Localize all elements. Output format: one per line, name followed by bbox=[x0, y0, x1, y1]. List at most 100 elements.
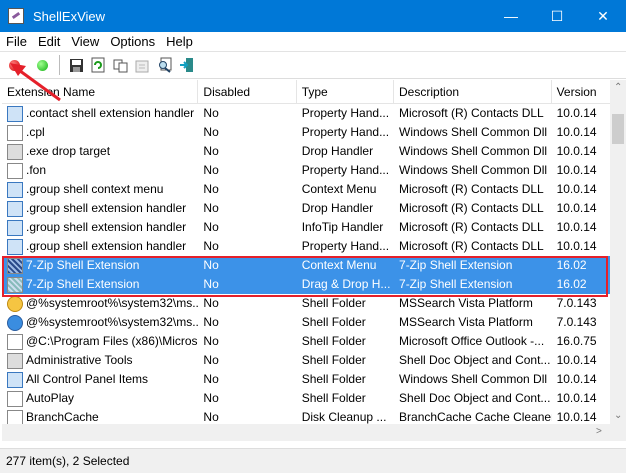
extension-icon bbox=[7, 409, 23, 424]
description-cell: Microsoft (R) Contacts DLL bbox=[399, 220, 544, 234]
annotation-arrow bbox=[10, 63, 61, 102]
version-cell: 10.0.14 bbox=[556, 220, 597, 234]
extension-name: .group shell extension handler bbox=[26, 239, 187, 253]
extension-name: AutoPlay bbox=[26, 391, 75, 405]
table-row[interactable]: .group shell context menu No Context Menu M… bbox=[2, 180, 610, 199]
extension-icon bbox=[7, 352, 23, 369]
disabled-cell: No bbox=[203, 163, 219, 177]
type-cell: Disk Cleanup ... bbox=[301, 410, 387, 424]
extension-icon bbox=[7, 219, 23, 236]
description-cell: Microsoft (R) Contacts DLL bbox=[399, 182, 544, 196]
version-cell: 10.0.14 bbox=[556, 372, 597, 386]
table-row[interactable]: Administrative Tools No Shell Folder Shell … bbox=[2, 351, 610, 370]
table-row[interactable]: AutoPlay No Shell Folder Shell Doc Object a… bbox=[2, 389, 610, 408]
type-cell: Shell Folder bbox=[301, 391, 366, 405]
description-cell: MSSearch Vista Platform bbox=[399, 315, 533, 329]
disabled-cell: No bbox=[203, 182, 219, 196]
extension-name: .cpl bbox=[26, 125, 45, 139]
description-cell: Microsoft Office Outlook -... bbox=[399, 334, 545, 348]
extension-name: @C:\Program Files (x86)\Micros... bbox=[26, 334, 199, 348]
version-cell: 10.0.14 bbox=[556, 182, 597, 196]
description-cell: Windows Shell Common Dll bbox=[399, 125, 548, 139]
scroll-down-icon[interactable]: ⌄ bbox=[614, 410, 622, 421]
version-cell: 10.0.14 bbox=[556, 391, 597, 405]
type-cell: Context Menu bbox=[301, 182, 377, 196]
version-cell: 10.0.14 bbox=[556, 125, 597, 139]
type-cell: Drop Handler bbox=[301, 144, 374, 158]
version-cell: 10.0.14 bbox=[556, 201, 597, 215]
column-header-description[interactable]: Description bbox=[394, 80, 552, 103]
table-row[interactable]: .group shell extension handler No Drop Han… bbox=[2, 199, 610, 218]
table-row[interactable]: @%systemroot%\system32\ms... No Shell Fold… bbox=[2, 313, 610, 332]
extension-name: .exe drop target bbox=[26, 144, 111, 158]
extension-icon bbox=[7, 238, 23, 255]
description-cell: Microsoft (R) Contacts DLL bbox=[399, 106, 544, 120]
disabled-cell: No bbox=[203, 201, 219, 215]
disabled-cell: No bbox=[203, 144, 219, 158]
type-cell: Drop Handler bbox=[301, 201, 374, 215]
version-cell: 16.0.75 bbox=[556, 334, 597, 348]
extension-name: All Control Panel Items bbox=[26, 372, 149, 386]
scroll-right-icon[interactable]: > bbox=[596, 426, 602, 437]
vertical-scrollbar[interactable]: ⌃ ⌄ bbox=[610, 80, 626, 424]
status-bar: 277 item(s), 2 Selected bbox=[0, 448, 626, 473]
disabled-cell: No bbox=[203, 125, 219, 139]
description-cell: Microsoft (R) Contacts DLL bbox=[399, 201, 544, 215]
extension-name: .fon bbox=[26, 163, 47, 177]
table-row[interactable]: .group shell extension handler No Property… bbox=[2, 237, 610, 256]
column-header-type[interactable]: Type bbox=[297, 80, 395, 103]
table-row[interactable]: .fon No Property Hand... Windows Shell Comm… bbox=[2, 161, 610, 180]
description-cell: Windows Shell Common Dll bbox=[399, 163, 548, 177]
type-cell: Property Hand... bbox=[301, 163, 390, 177]
extension-name: .group shell extension handler bbox=[26, 220, 187, 234]
table-row[interactable]: .exe drop target No Drop Handler Windows Sh… bbox=[2, 142, 610, 161]
column-header-disabled[interactable]: Disabled bbox=[198, 80, 297, 103]
version-cell: 10.0.14 bbox=[556, 106, 597, 120]
extension-name: .group shell context menu bbox=[26, 182, 164, 196]
extension-name: BranchCache bbox=[26, 410, 99, 424]
type-cell: Property Hand... bbox=[301, 125, 390, 139]
description-cell: Windows Shell Common Dll bbox=[399, 144, 548, 158]
table-row[interactable]: @C:\Program Files (x86)\Micros... No Shell… bbox=[2, 332, 610, 351]
column-header-version[interactable]: Version bbox=[552, 80, 610, 103]
scroll-up-icon[interactable]: ⌃ bbox=[614, 82, 622, 93]
extension-list[interactable]: Extension Name Disabled Type Description… bbox=[2, 80, 610, 424]
type-cell: Shell Folder bbox=[301, 353, 366, 367]
extension-icon bbox=[7, 390, 23, 407]
status-text: 277 item(s), 2 Selected bbox=[6, 454, 130, 468]
table-row[interactable]: .group shell extension handler No InfoTip … bbox=[2, 218, 610, 237]
horizontal-scrollbar[interactable]: > bbox=[2, 424, 610, 441]
extension-icon bbox=[7, 124, 23, 141]
disabled-cell: No bbox=[203, 220, 219, 234]
type-cell: InfoTip Handler bbox=[301, 220, 384, 234]
disabled-cell: No bbox=[203, 410, 219, 424]
selection-highlight-box bbox=[2, 256, 608, 297]
extension-name: @%systemroot%\system32\ms... bbox=[26, 315, 199, 329]
extension-icon bbox=[7, 371, 23, 388]
table-row[interactable]: BranchCache No Disk Cleanup ... BranchCache… bbox=[2, 408, 610, 424]
description-cell: Shell Doc Object and Cont... bbox=[399, 391, 551, 405]
disabled-cell: No bbox=[203, 334, 219, 348]
close-button[interactable]: ✕ bbox=[580, 0, 626, 32]
extension-icon bbox=[7, 333, 23, 350]
table-row[interactable]: .cpl No Property Hand... Windows Shell Comm… bbox=[2, 123, 610, 142]
extension-name: .group shell extension handler bbox=[26, 201, 187, 215]
disabled-cell: No bbox=[203, 315, 219, 329]
minimize-button[interactable]: — bbox=[488, 0, 534, 32]
extension-icon bbox=[7, 200, 23, 217]
vertical-scroll-thumb[interactable] bbox=[612, 114, 624, 144]
type-cell: Property Hand... bbox=[301, 239, 390, 253]
type-cell: Shell Folder bbox=[301, 334, 366, 348]
version-cell: 10.0.14 bbox=[556, 163, 597, 177]
table-row[interactable]: All Control Panel Items No Shell Folder Win… bbox=[2, 370, 610, 389]
extension-icon bbox=[7, 143, 23, 160]
maximize-button[interactable]: ☐ bbox=[534, 0, 580, 32]
extension-icon bbox=[7, 295, 23, 312]
type-cell: Property Hand... bbox=[301, 106, 390, 120]
scrollbar-corner bbox=[610, 424, 626, 441]
extension-icon bbox=[7, 162, 23, 179]
version-cell: 10.0.14 bbox=[556, 353, 597, 367]
type-cell: Shell Folder bbox=[301, 372, 366, 386]
disabled-cell: No bbox=[203, 106, 219, 120]
description-cell: Shell Doc Object and Cont... bbox=[399, 353, 551, 367]
